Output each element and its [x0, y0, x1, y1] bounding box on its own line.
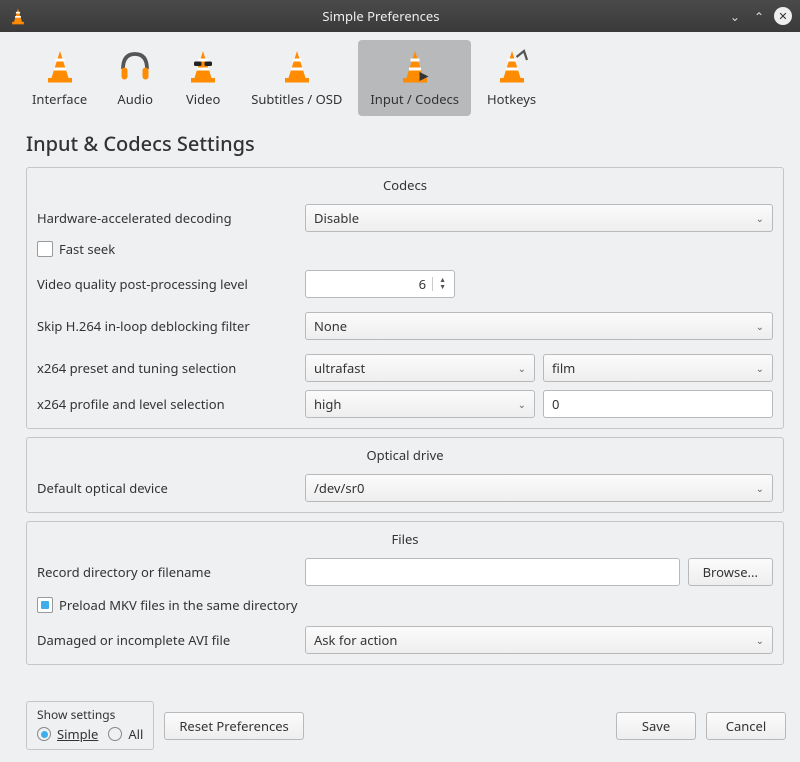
input-value: 0 [552, 395, 559, 413]
group-title: Codecs [37, 168, 773, 204]
select-value: ultrafast [314, 359, 365, 377]
group-title: Files [37, 522, 773, 558]
tab-hotkeys[interactable]: Hotkeys [475, 40, 548, 116]
select-value: film [552, 359, 575, 377]
x264-level-input[interactable]: 0 [543, 390, 773, 418]
page-title: Input & Codecs Settings [0, 116, 800, 167]
pp-level-spinbox[interactable]: 6 ▲▼ [305, 270, 455, 298]
settings-scroll[interactable]: Codecs Hardware-accelerated decoding Dis… [0, 167, 794, 695]
tab-audio[interactable]: Audio [103, 40, 167, 116]
fast-seek-checkbox[interactable] [37, 241, 53, 257]
tab-input-codecs[interactable]: Input / Codecs [358, 40, 471, 116]
damaged-avi-select[interactable]: Ask for action ⌄ [305, 626, 773, 654]
cone-icon [277, 46, 317, 86]
spin-value: 6 [419, 275, 426, 293]
record-dir-input[interactable] [305, 558, 680, 586]
chevron-down-icon: ⌄ [756, 319, 764, 333]
pp-level-label: Video quality post-processing level [37, 275, 297, 293]
tab-label: Video [186, 90, 220, 108]
reset-preferences-button[interactable]: Reset Preferences [164, 712, 303, 740]
chevron-down-icon: ⌄ [518, 397, 526, 411]
select-value: Disable [314, 209, 359, 227]
tab-label: Input / Codecs [370, 90, 459, 108]
tab-video[interactable]: Video [171, 40, 235, 116]
chevron-down-icon: ⌄ [756, 211, 764, 225]
chevron-down-icon: ⌄ [518, 361, 526, 375]
chevron-down-icon: ⌄ [756, 633, 764, 647]
headphones-icon [115, 46, 155, 86]
radio-icon [37, 727, 51, 741]
category-tabs: Interface Audio Video Subtitles / OSD In… [0, 32, 800, 116]
group-codecs: Codecs Hardware-accelerated decoding Dis… [26, 167, 784, 429]
preload-mkv-checkbox[interactable] [37, 597, 53, 613]
x264-profile-label: x264 profile and level selection [37, 395, 297, 413]
footer: Show settings Simple All Reset Preferenc… [0, 695, 800, 762]
cone-play-icon [395, 46, 435, 86]
tab-label: Audio [117, 90, 153, 108]
close-icon[interactable]: ✕ [774, 7, 792, 25]
record-dir-label: Record directory or filename [37, 563, 297, 581]
tab-label: Interface [32, 90, 87, 108]
title-bar: Simple Preferences ⌄ ⌃ ✕ [0, 0, 800, 32]
x264-profile-select[interactable]: high ⌄ [305, 390, 535, 418]
x264-preset-select[interactable]: ultrafast ⌄ [305, 354, 535, 382]
cone-icon [40, 46, 80, 86]
hw-decode-label: Hardware-accelerated decoding [37, 209, 297, 227]
select-value: /dev/sr0 [314, 479, 364, 497]
tab-subtitles[interactable]: Subtitles / OSD [239, 40, 354, 116]
spin-arrows-icon[interactable]: ▲▼ [432, 277, 452, 291]
cancel-button[interactable]: Cancel [706, 712, 786, 740]
tab-label: Subtitles / OSD [251, 90, 342, 108]
chevron-down-icon: ⌄ [756, 361, 764, 375]
optical-device-select[interactable]: /dev/sr0 ⌄ [305, 474, 773, 502]
chevron-down-icon: ⌄ [756, 481, 764, 495]
select-value: Ask for action [314, 631, 397, 649]
skip-deblock-select[interactable]: None ⌄ [305, 312, 773, 340]
group-title: Optical drive [37, 438, 773, 474]
maximize-icon[interactable]: ⌃ [750, 8, 768, 25]
x264-tune-select[interactable]: film ⌄ [543, 354, 773, 382]
group-files: Files Record directory or filename Brows… [26, 521, 784, 665]
optical-device-label: Default optical device [37, 479, 297, 497]
save-button[interactable]: Save [616, 712, 696, 740]
show-settings-label: Show settings [37, 706, 143, 723]
radio-all[interactable]: All [108, 725, 143, 743]
cone-shortcut-icon [492, 46, 532, 86]
select-value: None [314, 317, 347, 335]
skip-deblock-label: Skip H.264 in-loop deblocking filter [37, 317, 297, 335]
show-settings-group: Show settings Simple All [26, 701, 154, 750]
fast-seek-label: Fast seek [59, 240, 115, 258]
hw-decode-select[interactable]: Disable ⌄ [305, 204, 773, 232]
minimize-icon[interactable]: ⌄ [726, 8, 744, 25]
browse-button[interactable]: Browse... [688, 558, 773, 586]
window-title: Simple Preferences [36, 7, 726, 25]
radio-simple[interactable]: Simple [37, 725, 98, 743]
group-optical: Optical drive Default optical device /de… [26, 437, 784, 513]
cone-glasses-icon [183, 46, 223, 86]
select-value: high [314, 395, 341, 413]
damaged-avi-label: Damaged or incomplete AVI file [37, 631, 297, 649]
vlc-app-icon [8, 6, 28, 26]
radio-icon [108, 727, 122, 741]
tab-interface[interactable]: Interface [20, 40, 99, 116]
window-body: Interface Audio Video Subtitles / OSD In… [0, 32, 800, 762]
tab-label: Hotkeys [487, 90, 536, 108]
preload-mkv-label: Preload MKV files in the same directory [59, 596, 298, 614]
x264-preset-label: x264 preset and tuning selection [37, 359, 297, 377]
